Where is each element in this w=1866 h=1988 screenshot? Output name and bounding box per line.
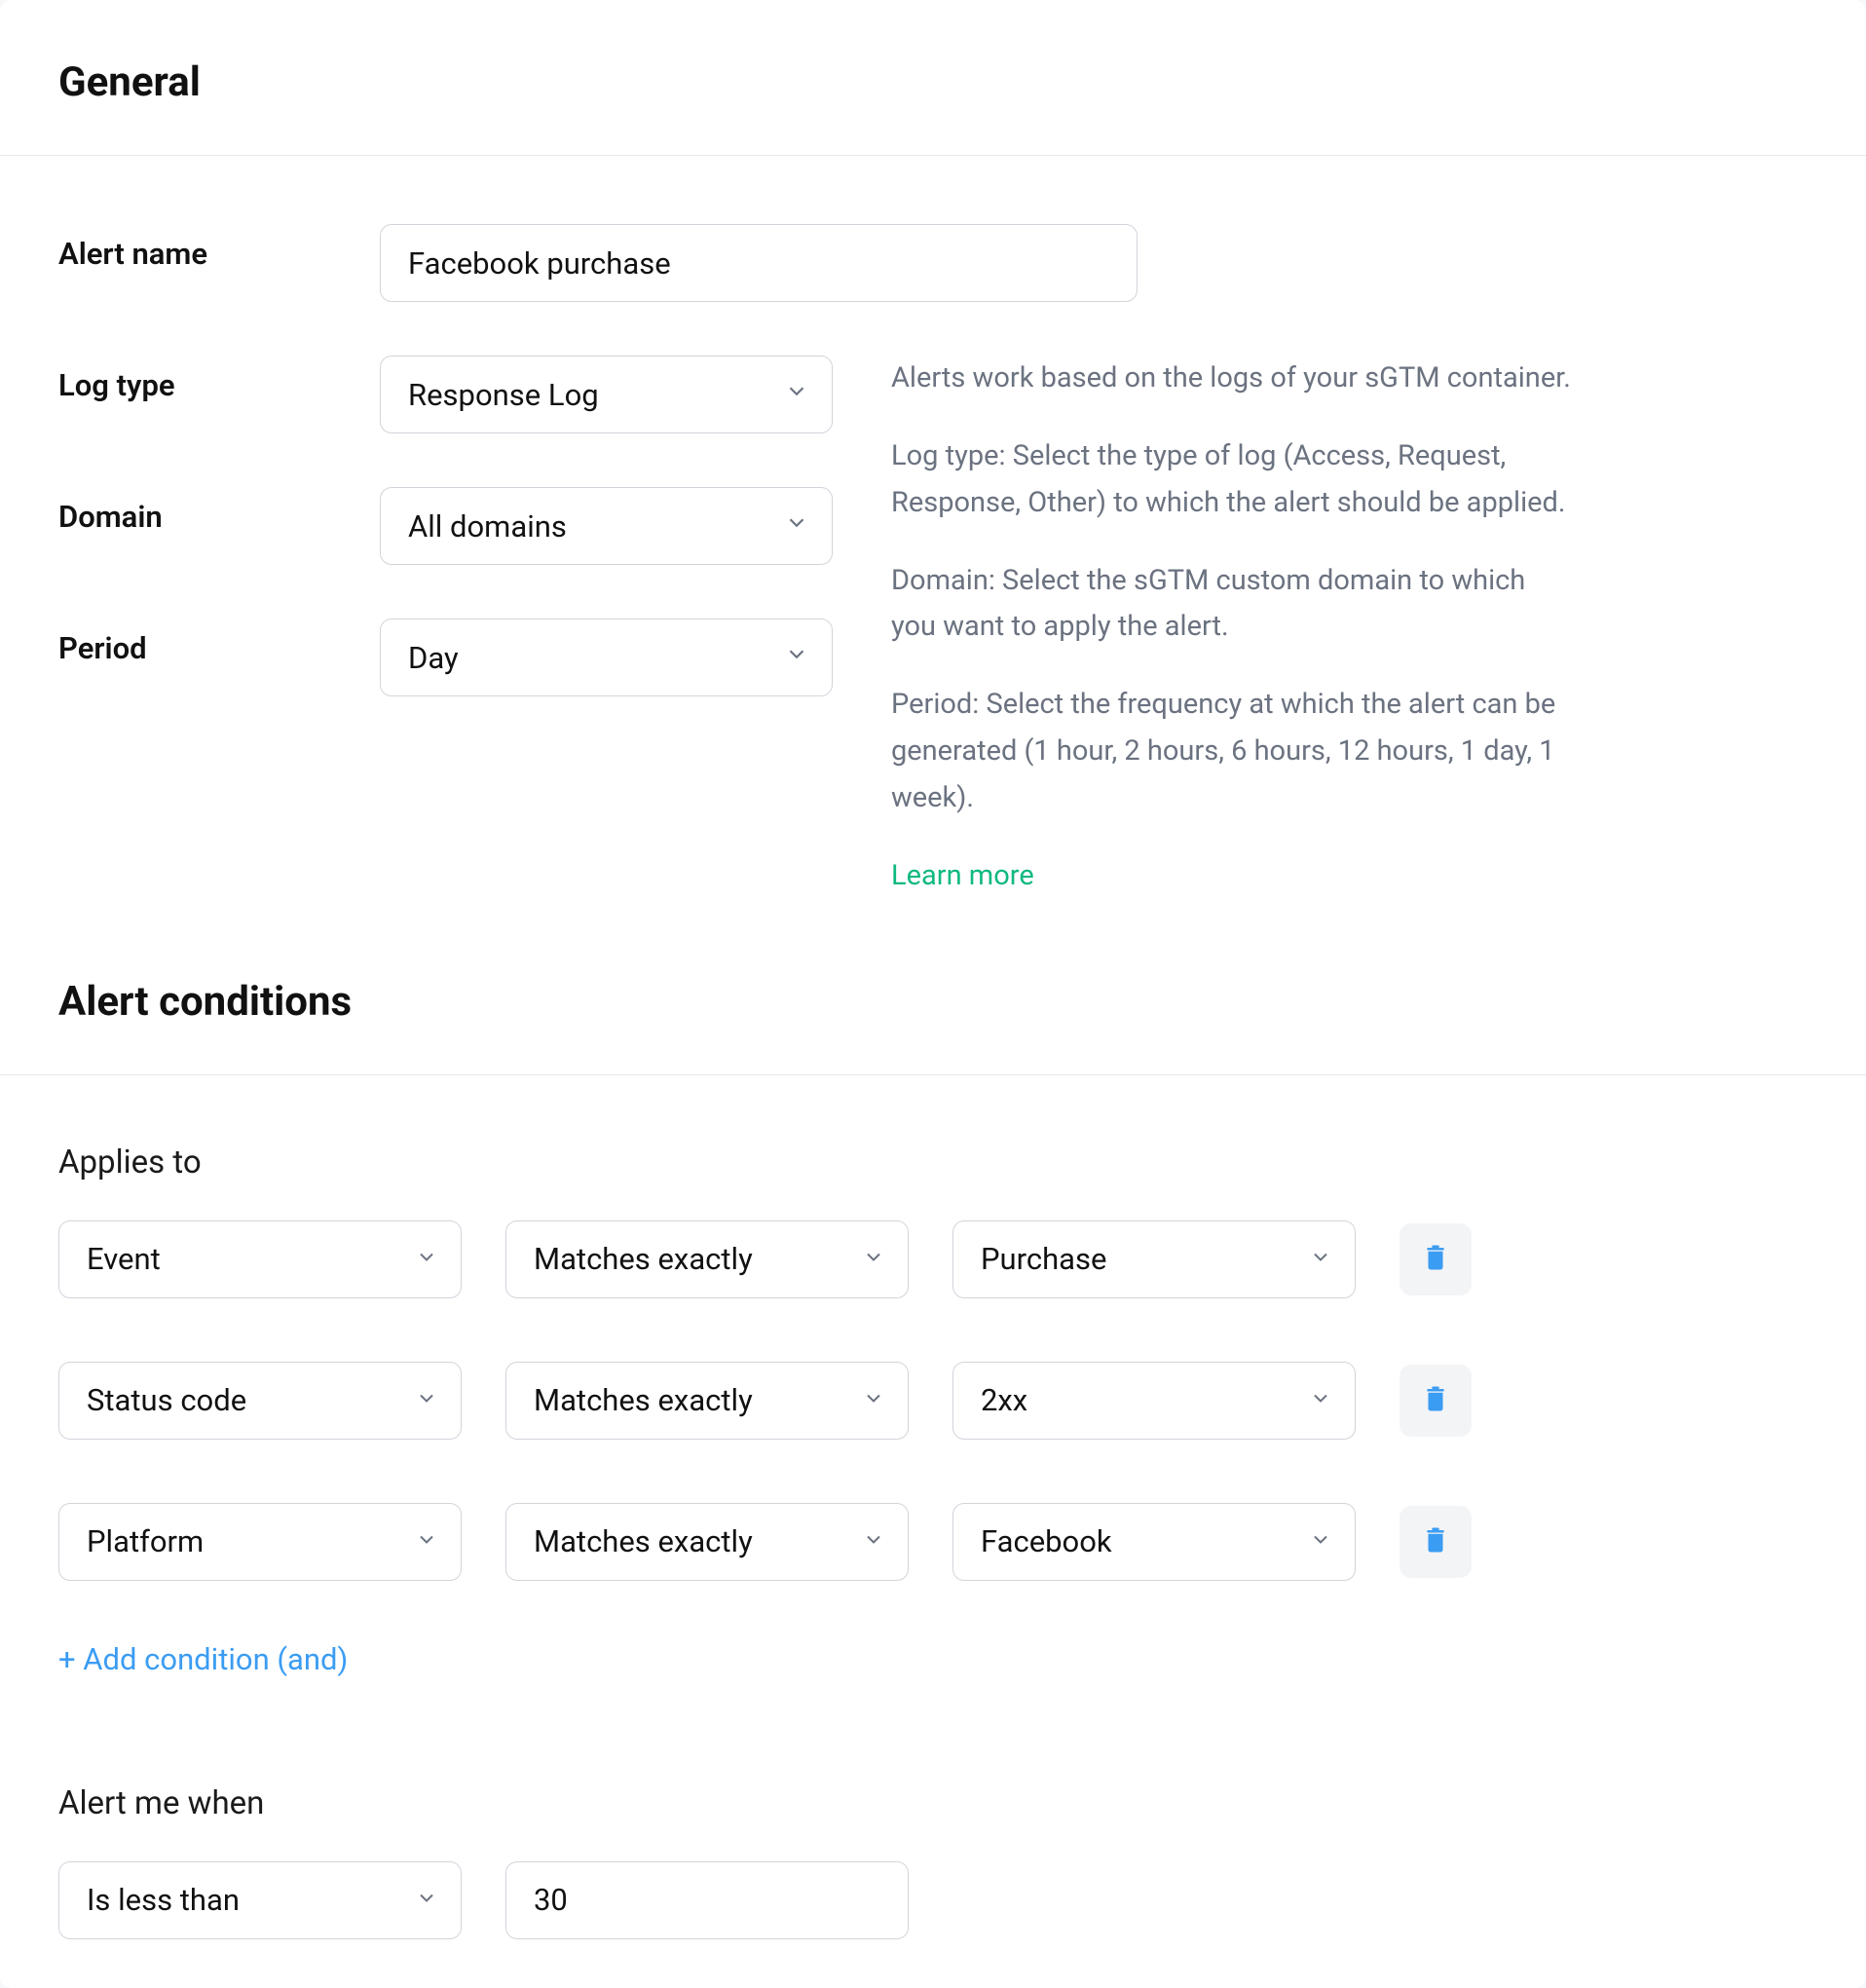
delete-condition-button[interactable]	[1400, 1223, 1472, 1295]
alert-value-input[interactable]	[505, 1861, 909, 1939]
delete-condition-button[interactable]	[1400, 1365, 1472, 1437]
condition-row: Event Matches exactly Purchase	[58, 1220, 1808, 1298]
domain-label: Domain	[58, 487, 351, 535]
help-p2: Log type: Select the type of log (Access…	[891, 433, 1573, 527]
alert-name-input[interactable]	[380, 224, 1138, 302]
trash-icon	[1421, 1243, 1450, 1275]
log-type-value: Response Log	[408, 377, 599, 413]
condition-field-select[interactable]: Status code	[58, 1362, 462, 1440]
delete-condition-button[interactable]	[1400, 1506, 1472, 1578]
alert-name-label: Alert name	[58, 224, 351, 272]
condition-field-select[interactable]: Platform	[58, 1503, 462, 1581]
period-value: Day	[408, 640, 459, 676]
condition-value-select[interactable]: Purchase	[952, 1220, 1356, 1298]
alert-op-select[interactable]: Is less than	[58, 1861, 462, 1939]
log-type-select[interactable]: Response Log	[380, 356, 833, 433]
alert-me-when-label: Alert me when	[58, 1784, 1808, 1822]
condition-op-value: Matches exactly	[534, 1523, 753, 1559]
condition-op-select[interactable]: Matches exactly	[505, 1503, 909, 1581]
condition-field-value: Status code	[87, 1382, 246, 1418]
condition-value: Purchase	[981, 1241, 1106, 1277]
domain-value: All domains	[408, 508, 567, 544]
condition-op-select[interactable]: Matches exactly	[505, 1362, 909, 1440]
condition-op-select[interactable]: Matches exactly	[505, 1220, 909, 1298]
trash-icon	[1421, 1525, 1450, 1557]
alert-op-value: Is less than	[87, 1882, 240, 1918]
learn-more-link[interactable]: Learn more	[891, 859, 1034, 892]
condition-row: Status code Matches exactly 2xx	[58, 1362, 1808, 1440]
condition-value-select[interactable]: 2xx	[952, 1362, 1356, 1440]
condition-value-select[interactable]: Facebook	[952, 1503, 1356, 1581]
condition-field-value: Event	[87, 1241, 161, 1277]
period-select[interactable]: Day	[380, 619, 833, 696]
condition-op-value: Matches exactly	[534, 1241, 753, 1277]
applies-to-label: Applies to	[58, 1144, 1808, 1182]
condition-field-value: Platform	[87, 1523, 204, 1559]
condition-value: Facebook	[981, 1523, 1112, 1559]
period-label: Period	[58, 619, 351, 666]
add-condition-button[interactable]: + Add condition (and)	[58, 1641, 348, 1677]
help-p3: Domain: Select the sGTM custom domain to…	[891, 558, 1573, 652]
domain-select[interactable]: All domains	[380, 487, 833, 565]
conditions-title: Alert conditions	[58, 978, 1808, 1026]
log-type-label: Log type	[58, 356, 351, 403]
trash-icon	[1421, 1384, 1450, 1416]
condition-field-select[interactable]: Event	[58, 1220, 462, 1298]
condition-op-value: Matches exactly	[534, 1382, 753, 1418]
help-text: Alerts work based on the logs of your sG…	[891, 356, 1573, 900]
help-p1: Alerts work based on the logs of your sG…	[891, 356, 1573, 402]
condition-value: 2xx	[981, 1382, 1027, 1418]
condition-row: Platform Matches exactly Facebook	[58, 1503, 1808, 1581]
help-p4: Period: Select the frequency at which th…	[891, 682, 1573, 822]
general-title: General	[58, 58, 1808, 106]
